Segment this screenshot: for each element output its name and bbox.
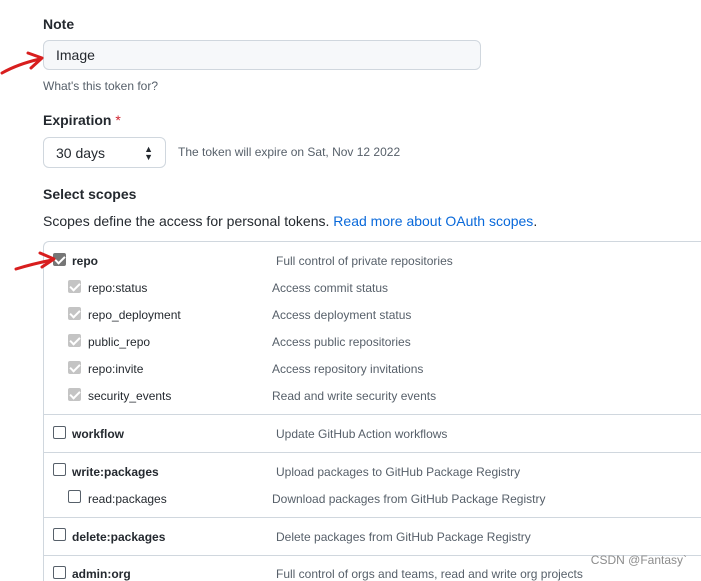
scope-description: Update GitHub Action workflows — [276, 427, 448, 441]
scope-description: Download packages from GitHub Package Re… — [272, 492, 546, 506]
delete-packages-checkbox[interactable] — [53, 528, 66, 541]
red-arrow-icon — [0, 51, 44, 75]
scope-description: Full control of orgs and teams, read and… — [276, 567, 583, 581]
scope-name: delete:packages — [72, 530, 166, 544]
security-events-checkbox[interactable] — [68, 388, 81, 401]
scope-name: write:packages — [72, 465, 159, 479]
repo-status-checkbox[interactable] — [68, 280, 81, 293]
note-input[interactable] — [43, 40, 481, 70]
select-chevron-icon: ▲ ▼ — [144, 143, 153, 162]
expiration-select[interactable]: 30 days ▲ ▼ — [43, 137, 166, 168]
scope-description: Upload packages to GitHub Package Regist… — [276, 465, 521, 479]
repo-deployment-checkbox[interactable] — [68, 307, 81, 320]
scope-name: security_events — [88, 389, 172, 403]
expiration-select-value: 30 days — [56, 144, 106, 161]
scope-name: repo — [72, 254, 99, 268]
scope-description: Delete packages from GitHub Package Regi… — [276, 530, 531, 544]
scope-name: repo:invite — [88, 362, 144, 376]
divider — [44, 517, 701, 518]
repo-invite-checkbox[interactable] — [68, 361, 81, 374]
scope-name: repo:status — [88, 281, 148, 295]
scope-description: Access repository invitations — [272, 362, 424, 376]
scopes-description: Scopes define the access for personal to… — [43, 213, 537, 229]
scope-description: Read and write security events — [272, 389, 437, 403]
scope-description: Full control of private repositories — [276, 254, 453, 268]
divider — [44, 452, 701, 453]
oauth-scopes-link[interactable]: Read more about OAuth scopes — [333, 213, 533, 229]
watermark: CSDN @Fantasy` — [590, 553, 687, 567]
admin-org-checkbox[interactable] — [53, 566, 66, 579]
note-label: Note — [43, 16, 75, 32]
scope-name: read:packages — [88, 492, 167, 506]
expiration-info: The token will expire on Sat, Nov 12 202… — [178, 145, 401, 159]
scope-name: workflow — [72, 427, 125, 441]
read-packages-checkbox[interactable] — [68, 490, 81, 503]
scope-description: Access deployment status — [272, 308, 412, 322]
divider — [44, 414, 701, 415]
scope-name: admin:org — [72, 567, 131, 581]
scope-description: Access commit status — [272, 281, 389, 295]
scope-name: public_repo — [88, 335, 151, 349]
write-packages-checkbox[interactable] — [53, 463, 66, 476]
scopes-description-text: Scopes define the access for personal to… — [43, 213, 330, 229]
red-arrow-icon — [14, 251, 56, 271]
expiration-label-text: Expiration — [43, 112, 112, 128]
scopes-heading: Select scopes — [43, 186, 137, 202]
expiration-label: Expiration * — [43, 112, 121, 128]
scope-description: Access public repositories — [272, 335, 411, 349]
public-repo-checkbox[interactable] — [68, 334, 81, 347]
scope-name: repo_deployment — [88, 308, 181, 322]
note-hint: What's this token for? — [43, 79, 159, 93]
workflow-checkbox[interactable] — [53, 426, 66, 439]
scopes-description-suffix: . — [533, 213, 538, 229]
required-mark: * — [115, 112, 121, 128]
